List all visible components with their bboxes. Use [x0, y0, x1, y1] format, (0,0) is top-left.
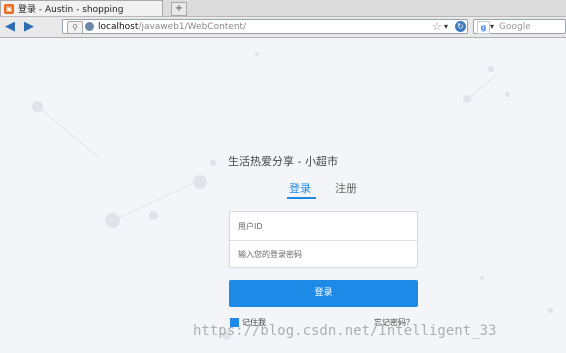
login-form: [229, 211, 418, 268]
user-id-input[interactable]: [230, 212, 417, 240]
background-dot: [149, 211, 158, 220]
globe-icon: [85, 22, 94, 31]
page-title: 生活热爱分享 - 小超市: [228, 155, 338, 168]
new-tab-button[interactable]: +: [171, 2, 187, 16]
search-placeholder: Google: [499, 22, 531, 32]
background-dot: [505, 92, 510, 97]
search-bar[interactable]: g ▾ Google: [473, 19, 566, 34]
watermark-text: https://blog.csdn.net/Intelligent_33: [193, 323, 497, 339]
search-engine-dropdown-icon[interactable]: ▾: [490, 20, 494, 33]
favicon-icon: ▣: [4, 3, 14, 14]
background-line: [467, 73, 499, 100]
reload-icon[interactable]: ↻: [455, 21, 466, 32]
browser-tab-bar: ▣ 登录 - Austin - shopping +: [0, 0, 566, 17]
tab-login[interactable]: 登录: [289, 180, 311, 196]
active-tab-indicator: [287, 197, 316, 199]
address-bar[interactable]: ⚲ localhost/javaweb1/WebContent/ ☆ ▾ ↻: [62, 19, 468, 34]
background-dot: [480, 276, 484, 280]
page-content: 生活热爱分享 - 小超市 登录 注册 登录 记住我 忘记密码？ https://…: [0, 38, 566, 353]
url-host: localhost: [98, 22, 139, 32]
chevron-down-icon[interactable]: ▾: [444, 20, 448, 33]
background-dot: [488, 66, 494, 72]
url-text[interactable]: localhost/javaweb1/WebContent/: [98, 21, 246, 33]
password-input[interactable]: [230, 240, 417, 268]
url-path: /javaweb1/WebContent/: [138, 22, 247, 32]
background-line: [37, 106, 100, 159]
bookmark-star-icon[interactable]: ☆: [432, 20, 442, 33]
back-arrow-icon[interactable]: ◀: [3, 20, 17, 34]
navigation-bar: ◀ ▶ ⚲ localhost/javaweb1/WebContent/ ☆ ▾…: [0, 17, 566, 38]
background-dot: [255, 52, 259, 56]
tab-title: 登录 - Austin - shopping: [18, 5, 124, 15]
tab-register[interactable]: 注册: [335, 180, 357, 196]
background-dot: [193, 175, 207, 189]
background-dot: [548, 308, 553, 313]
forward-arrow-icon[interactable]: ▶: [22, 20, 36, 34]
identity-icon[interactable]: ⚲: [67, 21, 83, 34]
login-button[interactable]: 登录: [229, 280, 418, 307]
browser-tab[interactable]: ▣ 登录 - Austin - shopping: [0, 0, 163, 16]
google-icon[interactable]: g: [477, 21, 490, 34]
